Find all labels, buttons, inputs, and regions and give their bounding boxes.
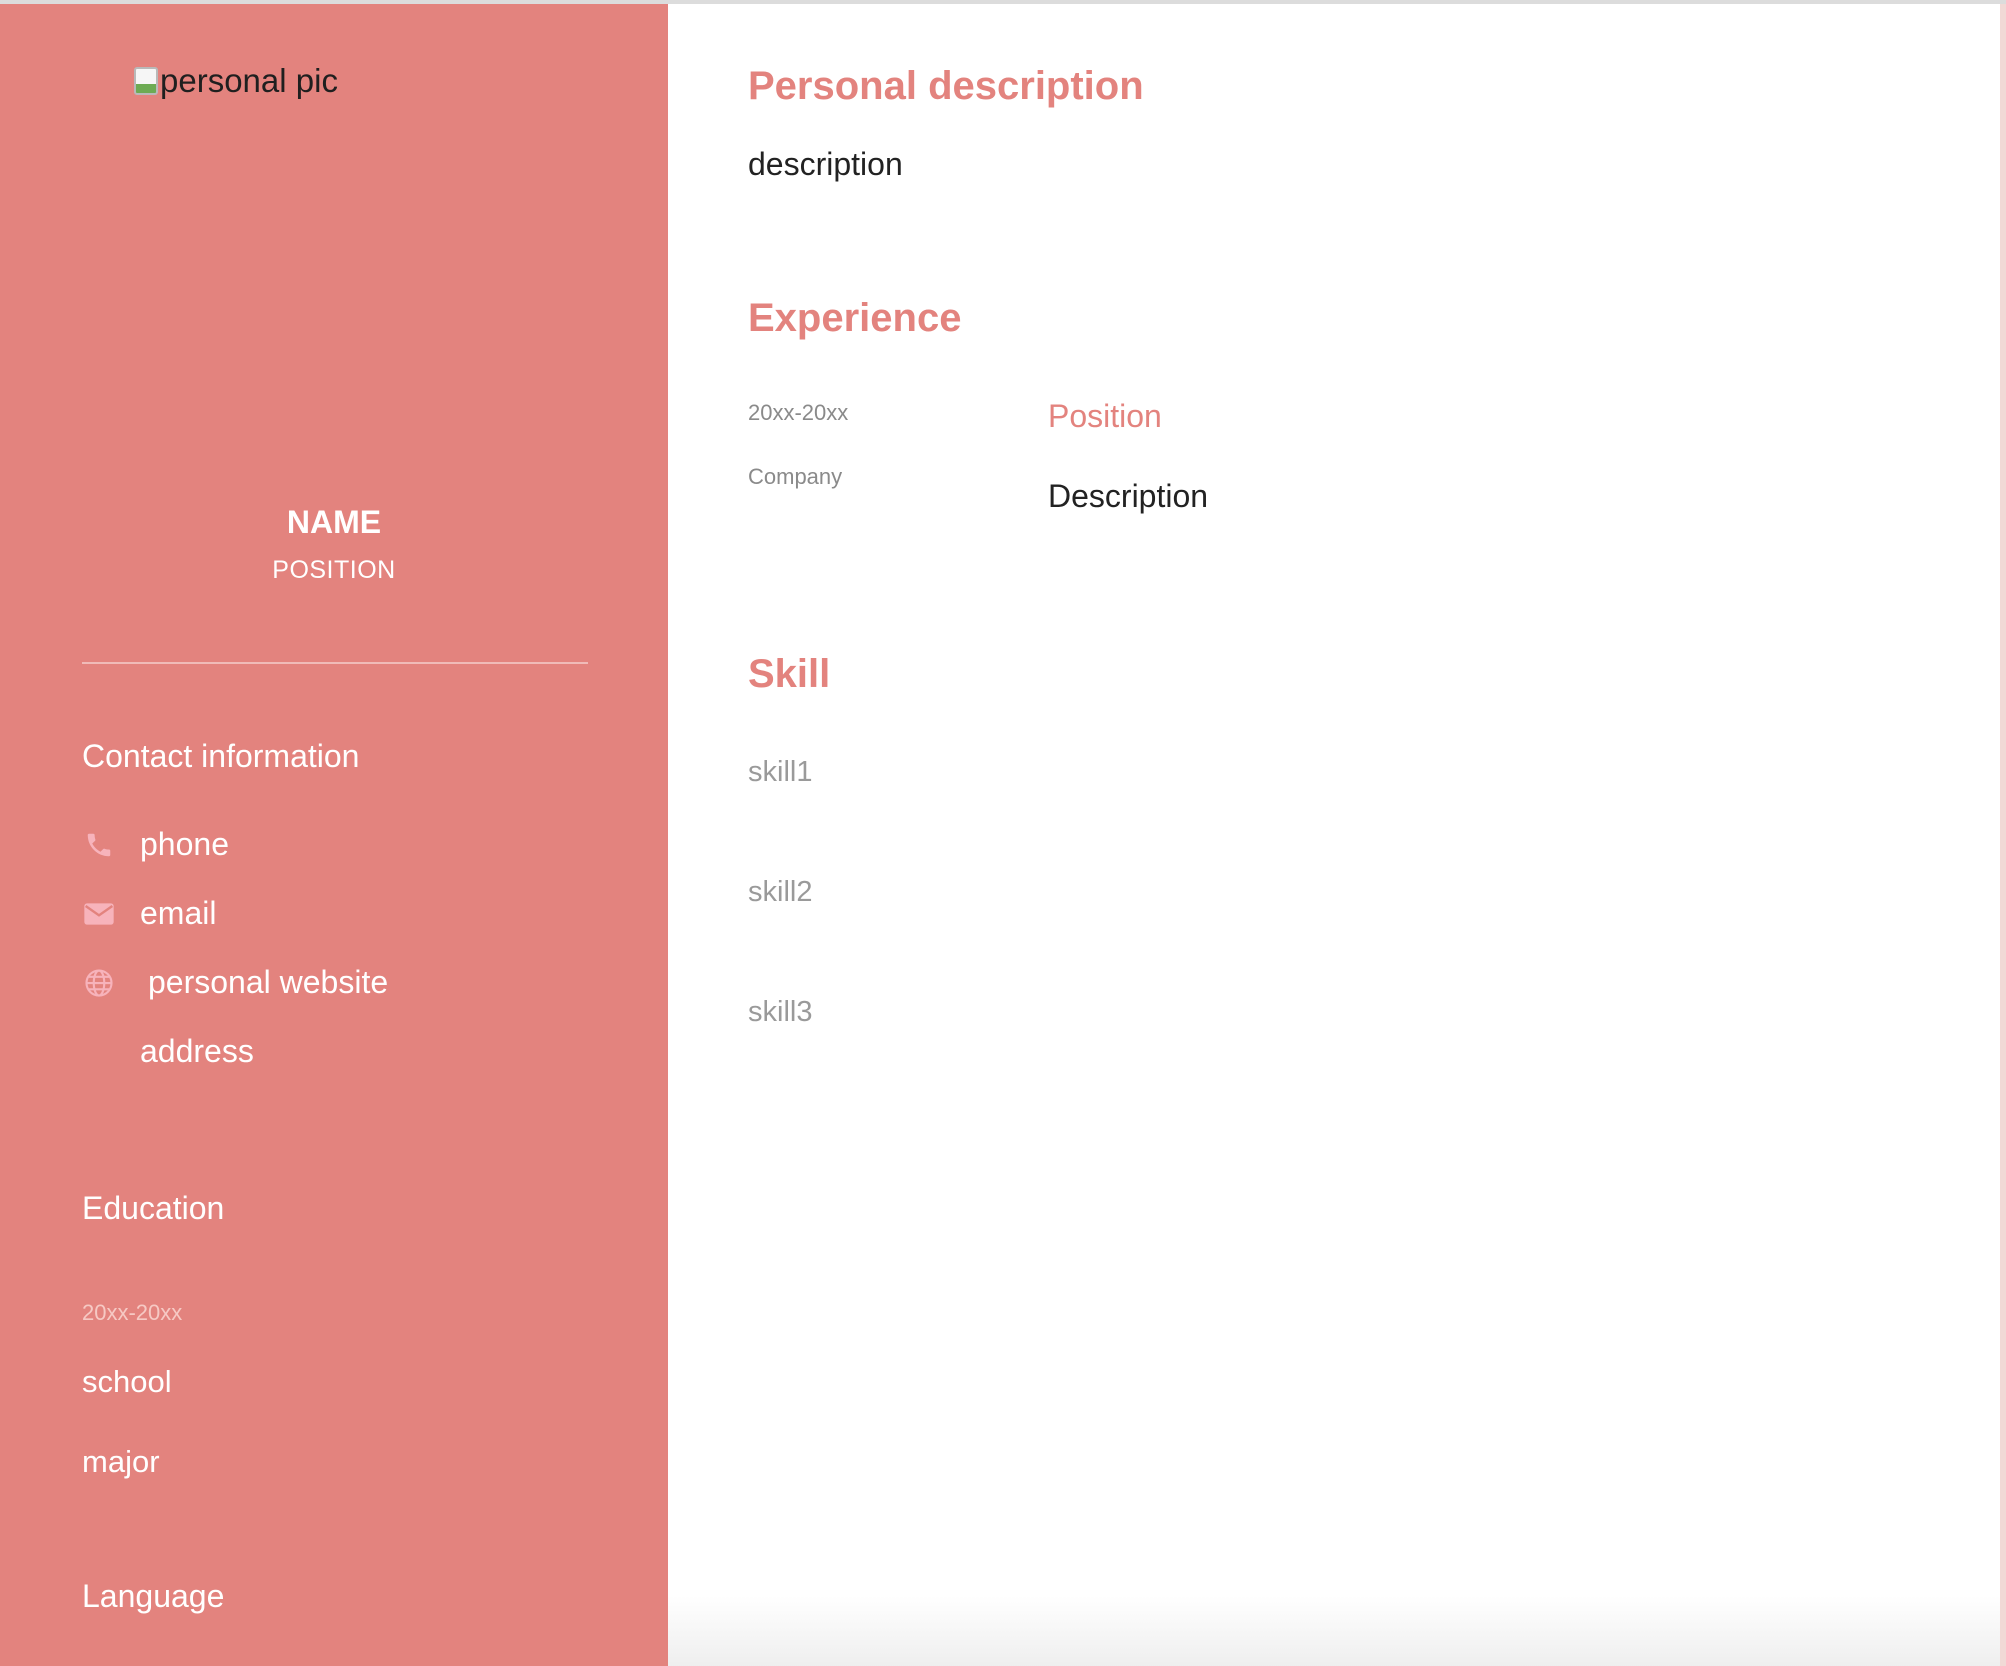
- language-heading: Language: [82, 1578, 225, 1614]
- resume-page: personal pic NAME POSITION Contact infor…: [0, 0, 2006, 1666]
- contact-email-text: email: [140, 895, 217, 931]
- sidebar-divider: [82, 662, 588, 664]
- experience-company: Company: [748, 464, 843, 489]
- personal-photo: personal pic: [134, 62, 338, 100]
- address-icon-placeholder: [82, 1035, 116, 1069]
- globe-icon: [82, 966, 116, 1000]
- experience-heading: Experience: [748, 296, 962, 340]
- contact-information-heading: Contact information: [82, 738, 360, 774]
- skill-item: skill2: [748, 876, 813, 908]
- contact-email: email: [82, 895, 216, 932]
- education-major: major: [82, 1444, 160, 1479]
- education-heading: Education: [82, 1190, 225, 1226]
- personal-description-text: description: [748, 146, 903, 182]
- contact-address-text: address: [140, 1033, 254, 1069]
- person-position: POSITION: [272, 556, 396, 584]
- bottom-shadow: [668, 1596, 2000, 1666]
- experience-description: Description: [1048, 478, 1209, 514]
- education-date: 20xx-20xx: [82, 1300, 183, 1325]
- contact-website: personal website: [82, 964, 388, 1001]
- right-edge-strip: [2000, 4, 2006, 1666]
- email-icon: [82, 897, 116, 931]
- person-name: NAME: [286, 504, 382, 540]
- experience-date: 20xx-20xx: [748, 400, 849, 425]
- education-school: school: [82, 1364, 172, 1399]
- experience-position: Position: [1048, 398, 1162, 434]
- sidebar: personal pic NAME POSITION Contact infor…: [0, 4, 668, 1666]
- broken-image-icon: [134, 67, 158, 95]
- personal-photo-alt-text: personal pic: [160, 62, 338, 99]
- phone-icon: [82, 828, 116, 862]
- skill-heading: Skill: [748, 652, 831, 696]
- contact-phone-text: phone: [140, 826, 229, 862]
- contact-address: address: [82, 1033, 254, 1070]
- contact-website-text: personal website: [148, 964, 389, 1000]
- skill-item: skill3: [748, 996, 813, 1028]
- contact-phone: phone: [82, 826, 229, 863]
- skill-item: skill1: [748, 756, 813, 788]
- personal-description-heading: Personal description: [748, 64, 1144, 108]
